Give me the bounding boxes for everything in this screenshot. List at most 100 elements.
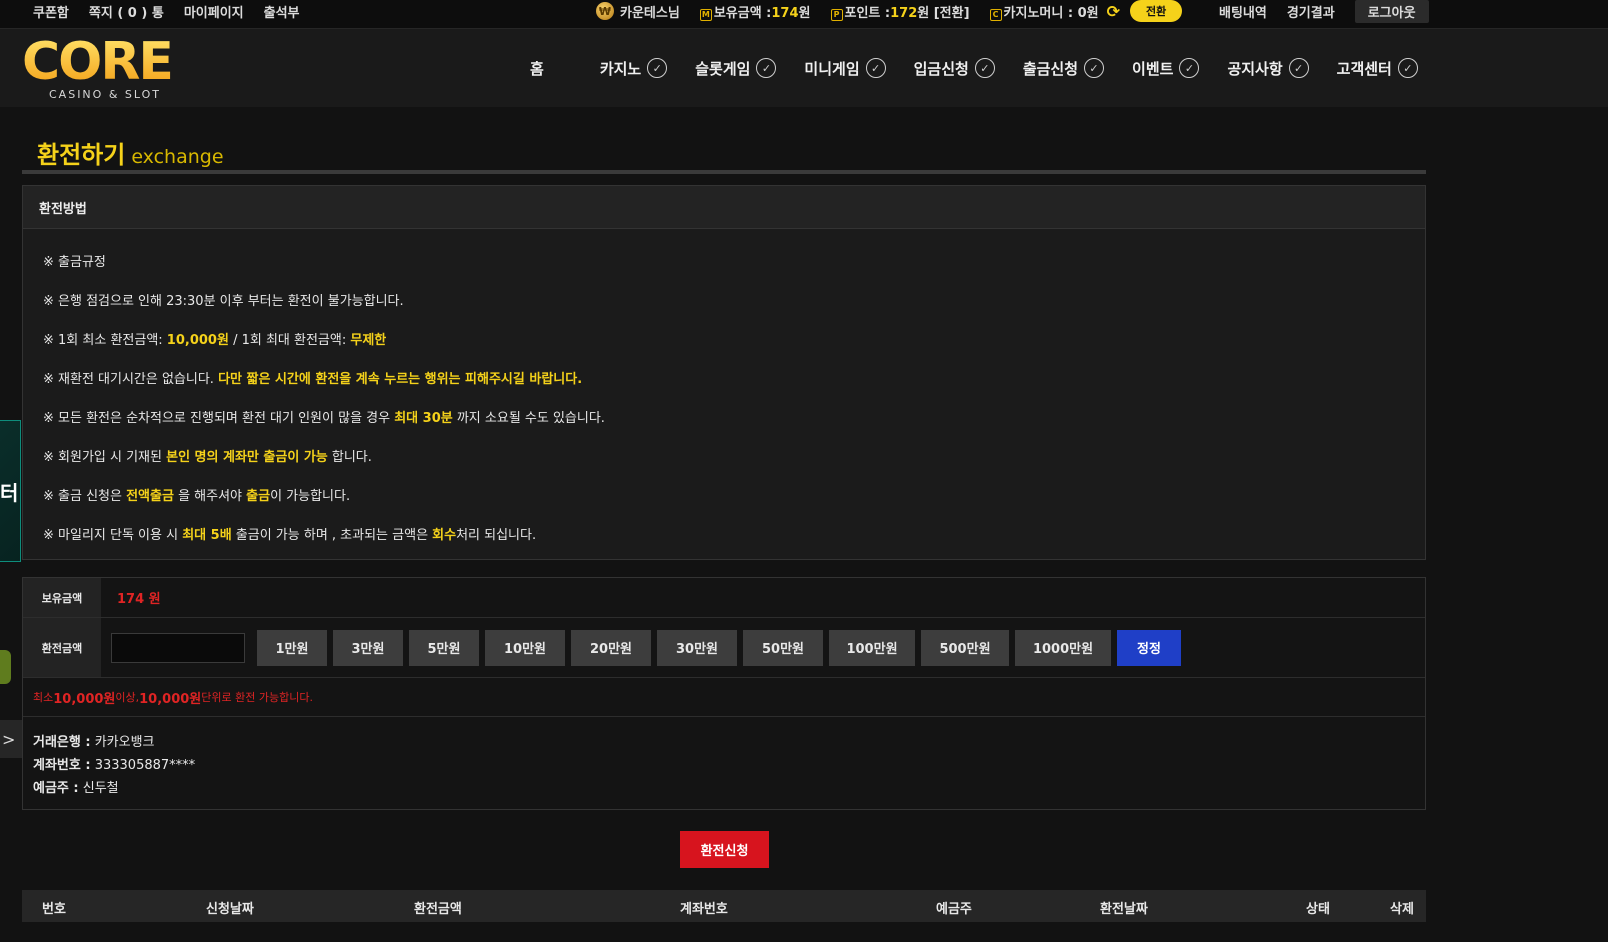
casino-money: 카지노머니 : 0원 [1003,5,1099,21]
balance-status: M 보유금액 :174원 [699,2,811,21]
rule-highlight: 회수 [432,528,457,543]
balance-value: 174 [771,5,799,21]
column-exchange-date: 환전날짜 [1100,902,1148,917]
nav-casino[interactable]: 카지노 ✓ [599,58,668,79]
rule-highlight: 출금 [246,489,271,504]
notice-mid: 이상, [115,691,140,704]
nav-label: 공지사항 [1227,59,1283,78]
rule-text: 까지 소요될 수도 있습니다. [452,411,605,426]
nav-deposit[interactable]: 입금신청 ✓ [914,58,995,79]
logo-text: CORE [22,36,182,88]
amount-row: 환전금액 1만원 3만원 5만원 10만원 20만원 30만원 50만원 100만원 500만원… [23,618,1425,678]
column-request-date: 신청날짜 [206,902,254,917]
nav-minigame[interactable]: 미니게임 ✓ [804,58,886,79]
reset-amount-button[interactable]: 정정 [1117,629,1181,666]
nav-slot[interactable]: 슬롯게임 ✓ [695,58,777,79]
check-circle-icon: ✓ [1084,58,1105,78]
nav-label: 고객센터 [1336,59,1392,78]
notice-prefix: 최소 [33,691,54,704]
rule-text: ※ 재환전 대기시간은 없습니다. [43,372,219,387]
nav-label: 카지노 [599,59,642,78]
mypage-link[interactable]: 마이페이지 [184,2,244,21]
balance-unit: 원 [798,5,811,21]
quick-amount-1000man-button[interactable]: 1000만원 [1015,629,1111,666]
side-expand-arrow-icon[interactable]: > [0,720,22,758]
money-icon: M [699,8,712,21]
amount-input[interactable] [111,632,245,663]
site-logo[interactable]: CORE CASINO & SLOT [22,36,182,101]
rule-highlight: 최대 5배 [182,528,232,543]
rule-text: 처리 되십니다. [456,528,537,543]
quick-amount-100man-button[interactable]: 100만원 [829,629,915,666]
nav-notice[interactable]: 공지사항 ✓ [1227,58,1309,79]
rule-item: ※ 회원가입 시 기재된 본인 명의 계좌만 출금이 가능 합니다. [43,436,1425,475]
check-circle-icon: ✓ [647,58,668,78]
rule-text: 출금이 가능 하며 , 초과되는 금액은 [231,528,433,543]
rule-text: 을 해주셔야 [173,489,247,504]
bank-info: 거래은행 : 카카오뱅크 계좌번호 : 333305887**** 예금주 : … [23,717,1425,800]
attendance-link[interactable]: 출석부 [264,2,300,21]
quick-amount-30man-button[interactable]: 30만원 [657,629,737,666]
holder-line: 예금주 : 신두철 [33,777,1425,800]
main-header: CORE CASINO & SLOT 홈 카지노 ✓ 슬롯게임 ✓ 미니게임 ✓ 입금… [0,29,1608,107]
main-nav: 홈 카지노 ✓ 슬롯게임 ✓ 미니게임 ✓ 입금신청 ✓ 출금신청 ✓ 이벤트 ✓ 공지사항… [530,29,1446,107]
side-banner[interactable]: 터 [0,420,21,562]
rule-item: ※ 출금 신청은 전액출금 을 해주셔야 출금 이 가능합니다. [43,475,1425,514]
exchange-submit-button[interactable]: 환전신청 [680,831,769,868]
balance-label: 보유금액 : [713,5,772,21]
rule-highlight: 다만 짧은 시간에 환전을 계속 누르는 행위는 피해주시길 바랍니다. [218,372,583,387]
column-delete: 삭제 [1390,902,1414,917]
rule-highlight: 전액출금 [126,489,174,504]
side-banner-text: 터 [0,480,19,505]
side-quick-tab[interactable] [0,650,11,684]
page-title-ko: 환전하기 [37,141,126,169]
page-title: 환전하기 exchange [37,135,224,170]
quick-amount-3man-button[interactable]: 3만원 [333,629,403,666]
notice-unit: 10,000원 [139,691,202,707]
top-utility-bar: 쿠폰함 쪽지 ( 0 ) 통 마이페이지 출석부 ₩ 카운테스님 M 보유금액 :… [0,0,1608,29]
nav-support[interactable]: 고객센터 ✓ [1337,58,1418,79]
nav-label: 입금신청 [913,59,969,78]
rule-text: ※ 은행 점검으로 인해 23:30분 이후 부터는 환전이 불가능합니다. [43,294,404,309]
point-label: 포인트 : [844,5,891,21]
user-status: ₩ 카운테스님 M 보유금액 :174원 P 포인트 :172원 [전환] C 카지노… [596,0,1183,22]
nav-label: 미니게임 [804,59,860,78]
quick-amount-5man-button[interactable]: 5만원 [409,629,479,666]
casino-icon: C [989,8,1002,21]
rule-text: ※ 모든 환전은 순차적으로 진행되며 환전 대기 인원이 많을 경우 [43,411,395,426]
refresh-icon[interactable]: ⟳ [1107,2,1120,21]
rule-highlight: 10,000원 [166,333,229,348]
logout-button[interactable]: 로그아웃 [1354,0,1429,23]
history-table-header: 번호 신청날짜 환전금액 계좌번호 예금주 환전날짜 상태 삭제 [22,890,1426,922]
point-convert-link[interactable]: 원 [전환] [917,6,969,21]
quick-amount-500man-button[interactable]: 500만원 [921,629,1009,666]
holder-value: 신두철 [78,781,119,796]
swap-button[interactable]: 전환 [1130,0,1183,22]
column-account: 계좌번호 [680,902,728,917]
bet-history-link[interactable]: 배팅내역 [1219,2,1267,21]
column-status: 상태 [1306,902,1330,917]
quick-amount-20man-button[interactable]: 20만원 [571,629,651,666]
exchange-method-panel: 환전방법 ※ 출금규정 ※ 은행 점검으로 인해 23:30분 이후 부터는 환전… [22,185,1426,560]
nav-home[interactable]: 홈 [530,58,544,79]
results-link[interactable]: 경기결과 [1287,2,1335,21]
quick-amount-50man-button[interactable]: 50만원 [743,629,823,666]
coupon-link[interactable]: 쿠폰함 [33,2,69,21]
quick-amount-10man-button[interactable]: 10만원 [485,629,565,666]
notice-suffix: 단위로 환전 가능합니다. [201,691,313,704]
column-amount: 환전금액 [414,902,462,917]
top-right-links: 배팅내역 경기결과 로그아웃 [1219,0,1429,23]
nav-event[interactable]: 이벤트 ✓ [1132,58,1200,79]
notice-min: 10,000원 [53,691,116,707]
account-line: 계좌번호 : 333305887**** [33,754,1425,777]
quick-amount-1man-button[interactable]: 1만원 [257,629,327,666]
point-value: 172 [890,5,918,21]
check-circle-icon: ✓ [974,58,995,78]
rule-text: / 1회 최대 환전금액: [228,333,351,348]
nav-withdraw[interactable]: 출금신청 ✓ [1023,58,1105,79]
memo-link[interactable]: 쪽지 ( 0 ) 통 [89,2,164,21]
holder-label: 예금주 : [33,781,79,796]
nav-label: 이벤트 [1132,59,1174,78]
rule-item: ※ 은행 점검으로 인해 23:30분 이후 부터는 환전이 불가능합니다. [43,280,1425,319]
rule-text: ※ 마일리지 단독 이용 시 [43,528,183,543]
